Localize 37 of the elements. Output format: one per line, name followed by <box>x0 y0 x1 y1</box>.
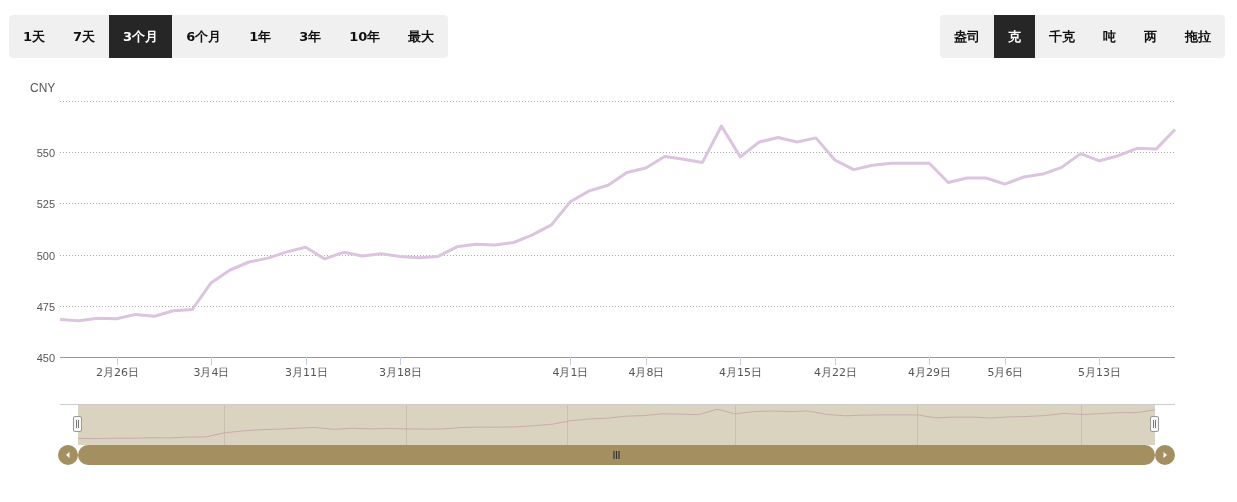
axis-label: 3月11日 <box>285 366 328 379</box>
axis-label: 4月8日 <box>628 366 665 379</box>
grip-icon <box>613 450 620 460</box>
axis-label: 5月6日 <box>987 366 1024 379</box>
unit-button[interactable]: 克 <box>994 15 1035 58</box>
range-handle-icon[interactable] <box>73 416 82 432</box>
axis-label: 2月26日 <box>96 366 139 379</box>
range-button[interactable]: 10年 <box>335 15 395 58</box>
axis-label: 450 <box>36 351 55 364</box>
unit-button[interactable]: 盎司 <box>940 15 994 58</box>
scroll-right-button[interactable] <box>1155 445 1175 465</box>
unit-button[interactable]: 拖拉 <box>1171 15 1225 58</box>
range-handle-icon[interactable] <box>1150 416 1159 432</box>
axis-label: 4月22日 <box>814 366 857 379</box>
axis-label: 500 <box>36 249 55 262</box>
range-button[interactable]: 1年 <box>235 15 286 58</box>
range-button[interactable]: 3个月 <box>109 15 173 58</box>
range-button[interactable]: 最大 <box>394 15 449 58</box>
range-button[interactable]: 1天 <box>9 15 60 58</box>
axis-label: 525 <box>36 197 55 210</box>
axis-label: 4月15日 <box>719 366 762 379</box>
axis-label: 3月4日 <box>193 366 230 379</box>
unit-button[interactable]: 吨 <box>1089 15 1130 58</box>
range-button[interactable]: 3年 <box>285 15 336 58</box>
axis-label: 4月29日 <box>908 366 951 379</box>
range-button[interactable]: 7天 <box>59 15 110 58</box>
unit-button[interactable]: 两 <box>1130 15 1171 58</box>
axis-title: CNY <box>30 81 56 95</box>
scroll-left-button[interactable] <box>58 445 78 465</box>
axis-label: 4月1日 <box>552 366 589 379</box>
axis-label: 3月18日 <box>379 366 422 379</box>
axis-label: 5月13日 <box>1078 366 1121 379</box>
scrollbar-thumb[interactable] <box>78 445 1155 465</box>
axis-label: 475 <box>36 300 55 313</box>
axis-label: 550 <box>36 146 55 159</box>
unit-button[interactable]: 千克 <box>1035 15 1089 58</box>
range-button[interactable]: 6个月 <box>172 15 236 58</box>
